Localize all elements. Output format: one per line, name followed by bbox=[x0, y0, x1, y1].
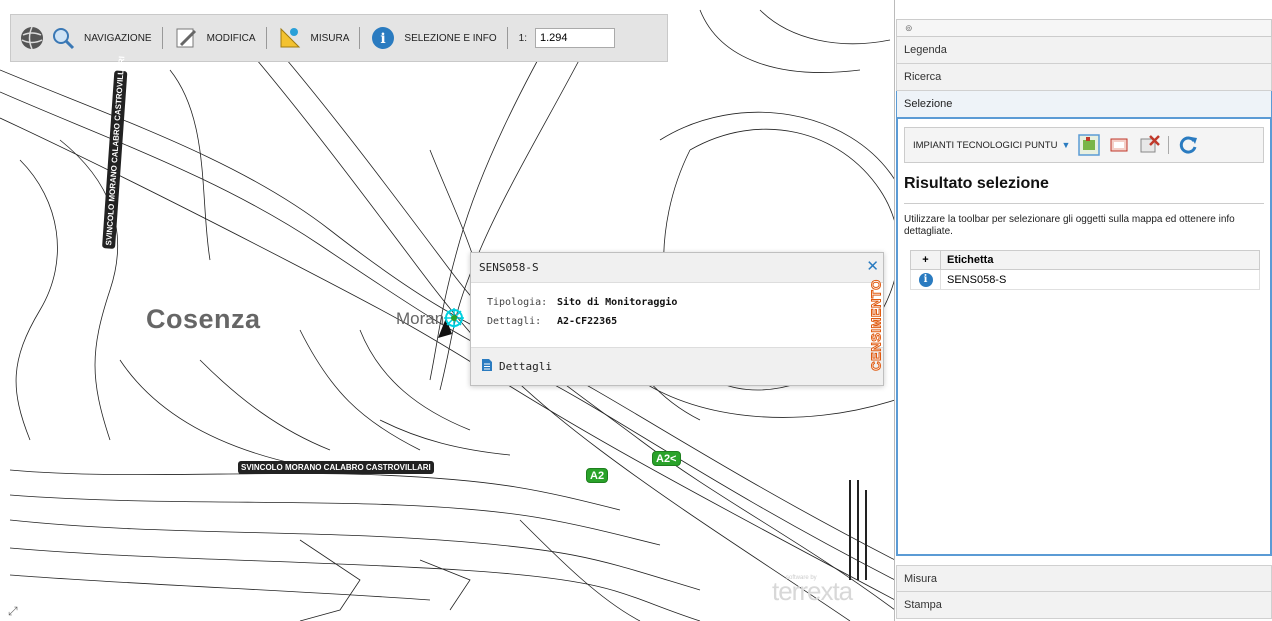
expand-corner-icon[interactable]: ⤢ bbox=[8, 604, 18, 619]
sensor-marker-icon[interactable] bbox=[432, 304, 468, 340]
etichetta-header[interactable]: Etichetta bbox=[940, 250, 1260, 270]
censimento-stamp: CENSIMENTO bbox=[864, 278, 888, 372]
a2-road-badge: A2 bbox=[586, 468, 609, 483]
map-canvas[interactable]: NAVIGAZIONE MODIFICA MISURA i SELEZIONE … bbox=[0, 0, 895, 621]
result-table: + Etichetta i SENS058-S bbox=[910, 250, 1260, 290]
expand-all-header[interactable]: + bbox=[910, 250, 941, 270]
panel-bottom-sections: Misura Stampa bbox=[896, 565, 1272, 619]
accordion-stampa[interactable]: Stampa bbox=[896, 592, 1272, 619]
globe-icon[interactable] bbox=[19, 25, 45, 51]
result-description: Utilizzare la toolbar per selezionare gl… bbox=[904, 214, 1235, 237]
scale-prefix: 1: bbox=[518, 32, 527, 44]
misura-button[interactable]: MISURA bbox=[272, 22, 355, 54]
info-cell[interactable]: i bbox=[910, 269, 941, 290]
popup-title: SENS058-S bbox=[471, 253, 883, 283]
misura-label: MISURA bbox=[310, 32, 350, 44]
app-window: NAVIGAZIONE MODIFICA MISURA i SELEZIONE … bbox=[0, 0, 1272, 621]
popup-row-dettagli: Dettagli: A2-CF22365 bbox=[487, 312, 867, 331]
selezione-info-button[interactable]: i SELEZIONE E INFO bbox=[365, 22, 501, 54]
dettagli-link[interactable]: Dettagli bbox=[471, 347, 883, 385]
accordion-misura[interactable]: Misura bbox=[896, 565, 1272, 592]
document-icon bbox=[481, 358, 493, 375]
toolbar-divider bbox=[161, 27, 163, 49]
scale-input[interactable] bbox=[535, 28, 615, 48]
svg-text:i: i bbox=[381, 31, 386, 47]
toolbar-divider bbox=[359, 27, 361, 49]
feature-popup: SENS058-S ✕ Tipologia: Sito di Monitorag… bbox=[470, 252, 884, 386]
ruler-triangle-icon bbox=[277, 25, 303, 51]
accordion-legenda[interactable]: Legenda bbox=[896, 37, 1272, 64]
selezione-content: IMPIANTI TECNOLOGICI PUNTU ▼ Risultato s… bbox=[896, 118, 1272, 556]
close-icon[interactable]: ✕ bbox=[866, 257, 879, 275]
caret-down-icon: ▼ bbox=[1061, 140, 1071, 150]
info-icon: i bbox=[370, 25, 396, 51]
attr-key: Tipologia: bbox=[487, 297, 548, 308]
city-label: Cosenza bbox=[146, 304, 261, 334]
layer-dropdown-value: IMPIANTI TECNOLOGICI PUNTU bbox=[913, 139, 1058, 151]
navigazione-label: NAVIGAZIONE bbox=[84, 32, 152, 44]
clear-selection-icon[interactable] bbox=[1138, 134, 1161, 156]
toolbar-divider bbox=[506, 27, 508, 49]
watermark-logo: terrexta bbox=[772, 576, 853, 606]
toolbar-divider bbox=[1168, 136, 1170, 154]
road-label-horizontal: SVINCOLO MORANO CALABRO CASTROVILLARI bbox=[238, 461, 434, 474]
accordion-ricerca[interactable]: Ricerca bbox=[896, 64, 1272, 91]
etichetta-cell[interactable]: SENS058-S bbox=[940, 269, 1260, 290]
select-area-icon[interactable] bbox=[1108, 134, 1130, 156]
selection-toolbar: IMPIANTI TECNOLOGICI PUNTU ▼ bbox=[904, 127, 1264, 163]
layer-dropdown[interactable]: IMPIANTI TECNOLOGICI PUNTU ▼ bbox=[913, 140, 1070, 151]
panel-collapse-toggle[interactable]: ⊚ bbox=[896, 19, 1272, 37]
result-title: Risultato selezione bbox=[904, 175, 1264, 204]
edit-icon bbox=[173, 25, 199, 51]
popup-row-tipologia: Tipologia: Sito di Monitoraggio bbox=[487, 293, 867, 312]
magnifier-icon bbox=[50, 25, 76, 51]
toolbar-divider bbox=[265, 27, 267, 49]
attr-value: A2-CF22365 bbox=[557, 316, 618, 327]
attr-value: Sito di Monitoraggio bbox=[557, 297, 678, 308]
dettagli-label: Dettagli bbox=[499, 360, 552, 373]
map-toolbar: NAVIGAZIONE MODIFICA MISURA i SELEZIONE … bbox=[10, 14, 668, 62]
table-header-row: + Etichetta bbox=[910, 250, 1260, 270]
table-row[interactable]: i SENS058-S bbox=[910, 269, 1260, 290]
select-features-icon[interactable] bbox=[1078, 134, 1101, 156]
popup-attributes: Tipologia: Sito di Monitoraggio Dettagli… bbox=[471, 283, 883, 331]
modifica-button[interactable]: MODIFICA bbox=[168, 22, 261, 54]
selezione-info-label: SELEZIONE E INFO bbox=[404, 32, 497, 44]
attr-key: Dettagli: bbox=[487, 316, 542, 327]
navigazione-button[interactable]: NAVIGAZIONE bbox=[45, 22, 157, 54]
modifica-label: MODIFICA bbox=[206, 32, 256, 44]
refresh-icon[interactable] bbox=[1177, 134, 1199, 156]
censimento-label: CENSIMENTO bbox=[868, 279, 884, 371]
side-panel: ⊚ Legenda Ricerca Selezione IMPIANTI TEC… bbox=[896, 0, 1272, 621]
info-icon[interactable]: i bbox=[918, 272, 933, 287]
accordion-selezione[interactable]: Selezione bbox=[896, 91, 1272, 118]
a2-road-badge: A2< bbox=[652, 451, 681, 466]
